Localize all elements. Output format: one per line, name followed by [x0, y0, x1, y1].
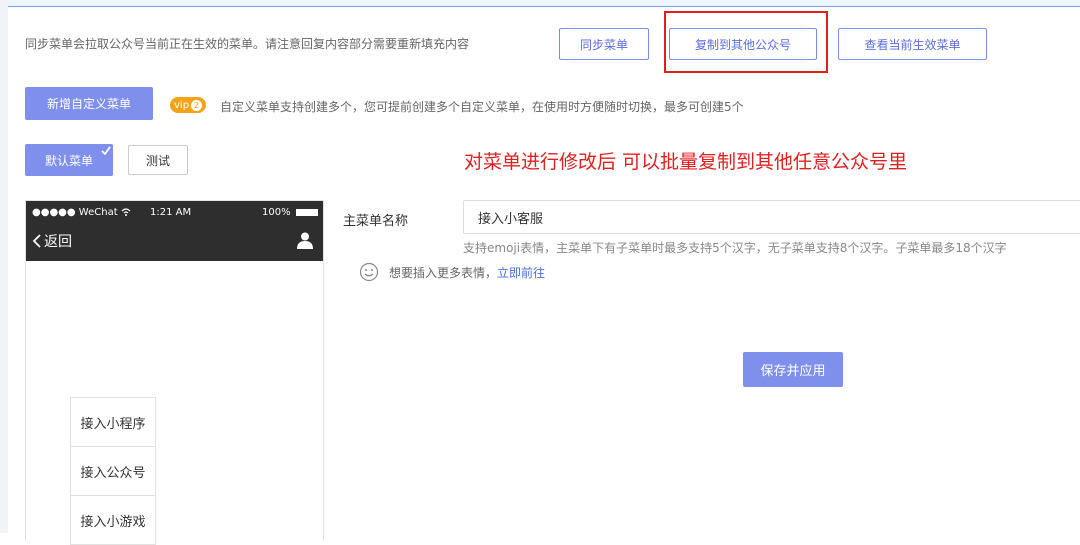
add-custom-menu-button[interactable]: 新增自定义菜单	[25, 87, 153, 120]
battery-icon	[295, 208, 318, 216]
annotation-text: 对菜单进行修改后 可以批量复制到其他任意公众号里	[464, 151, 908, 173]
vip-badge: vip 2	[170, 97, 207, 113]
main-menu-name-input[interactable]	[463, 200, 1080, 234]
vip-level: 2	[191, 99, 203, 111]
default-menu-tab[interactable]: 默认菜单	[25, 144, 113, 176]
person-icon[interactable]	[296, 231, 314, 249]
phone-preview: ●●●●● WeChat 1:21 AM 100% 返回 接入小程序 接入公众号…	[25, 200, 324, 545]
vip-label: vip	[174, 99, 190, 111]
test-menu-tab[interactable]: 测试	[128, 145, 188, 175]
custom-menu-hint: 自定义菜单支持创建多个，您可提前创建多个自定义菜单，在使用时方便随时切换，最多可…	[220, 100, 744, 114]
battery-status: 100%	[262, 207, 318, 218]
back-label: 返回	[44, 234, 72, 250]
default-menu-label: 默认菜单	[44, 153, 93, 168]
submenu-item[interactable]: 接入公众号	[71, 447, 155, 496]
save-and-apply-button[interactable]: 保存并应用	[743, 352, 843, 387]
submenu-item[interactable]: 接入小游戏	[71, 496, 155, 545]
left-edge	[0, 0, 8, 533]
status-time: 1:21 AM	[150, 207, 192, 218]
submenu-item[interactable]: 接入小程序	[71, 398, 155, 447]
view-active-menu-button[interactable]: 查看当前生效菜单	[838, 28, 987, 60]
top-notice-bar	[8, 0, 1080, 7]
chevron-left-icon	[32, 234, 41, 248]
wifi-icon	[121, 208, 131, 216]
carrier-label: ●●●●● WeChat	[32, 207, 118, 218]
main-menu-help-text: 支持emoji表情，主菜单下有子菜单时最多支持5个汉字，无子菜单支持8个汉字。子…	[463, 241, 1007, 255]
emoji-hint-text: 想要插入更多表情，	[389, 265, 498, 280]
battery-label: 100%	[262, 207, 291, 218]
smiley-icon[interactable]	[359, 262, 379, 282]
carrier-status: ●●●●● WeChat	[32, 207, 131, 218]
check-icon	[101, 146, 111, 156]
sync-hint: 同步菜单会拉取公众号当前正在生效的菜单。请注意回复内容部分需要重新填充内容	[25, 37, 470, 51]
phone-header: ●●●●● WeChat 1:21 AM 100% 返回	[26, 201, 323, 261]
highlight-box	[664, 11, 828, 73]
sync-menu-button[interactable]: 同步菜单	[559, 28, 649, 60]
main-menu-name-label: 主菜单名称	[343, 214, 409, 229]
submenu-list: 接入小程序 接入公众号 接入小游戏	[70, 397, 156, 545]
emoji-hint-row: 想要插入更多表情，立即前往	[359, 262, 545, 282]
back-button[interactable]: 返回	[32, 231, 72, 251]
emoji-go-link[interactable]: 立即前往	[497, 266, 545, 280]
